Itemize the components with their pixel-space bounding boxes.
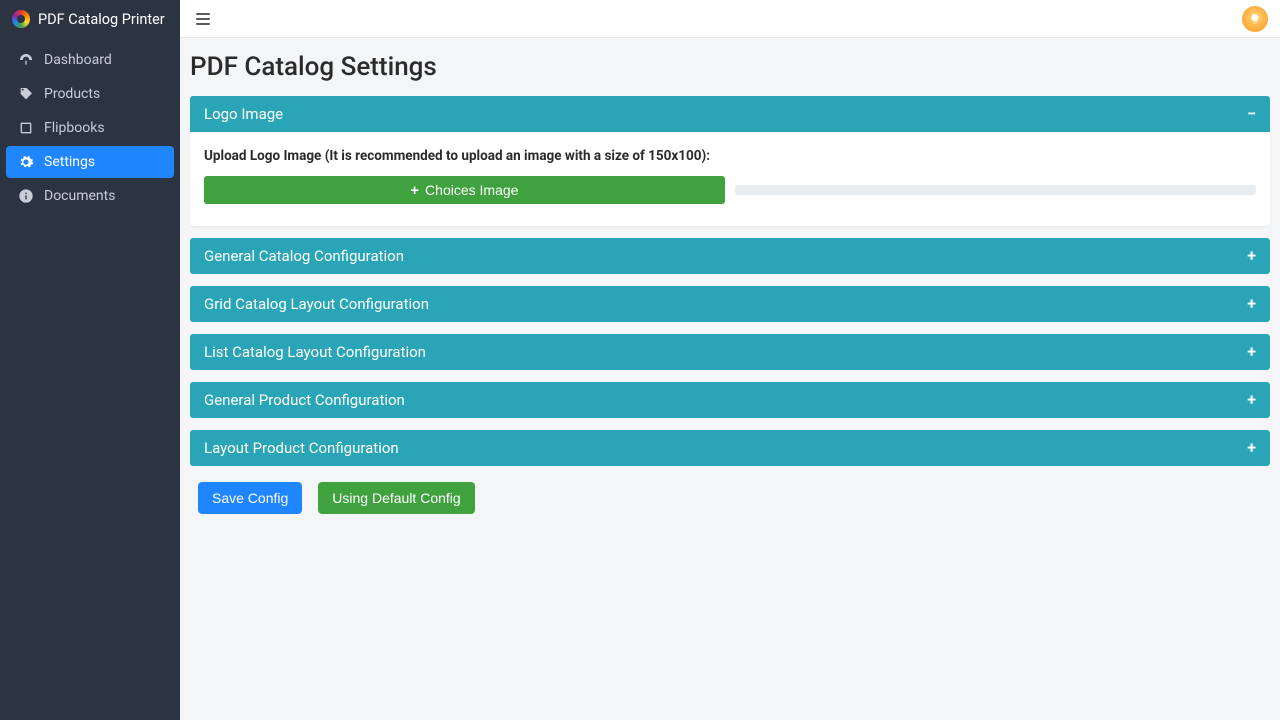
app-logo-icon xyxy=(12,10,30,28)
dashboard-icon xyxy=(18,52,34,68)
panel-list-catalog: List Catalog Layout Configuration + xyxy=(190,334,1270,370)
book-icon xyxy=(18,120,34,136)
sidebar-item-label: Flipbooks xyxy=(44,120,105,136)
gear-icon xyxy=(18,154,34,170)
panel-general-product: General Product Configuration + xyxy=(190,382,1270,418)
panel-title: Grid Catalog Layout Configuration xyxy=(204,295,429,313)
panel-layout-product: Layout Product Configuration + xyxy=(190,430,1270,466)
sidebar-header: PDF Catalog Printer xyxy=(0,0,180,38)
sidebar-item-flipbooks[interactable]: Flipbooks xyxy=(6,112,174,144)
minus-icon: − xyxy=(1247,106,1256,122)
sidebar-item-label: Products xyxy=(44,86,100,102)
default-config-button[interactable]: Using Default Config xyxy=(318,482,474,514)
panel-body: Upload Logo Image (It is recommended to … xyxy=(190,132,1270,226)
avatar[interactable] xyxy=(1242,6,1268,32)
panel-logo-image: Logo Image − Upload Logo Image (It is re… xyxy=(190,96,1270,226)
choices-image-button[interactable]: + Choices Image xyxy=(204,176,725,204)
content: PDF Catalog Settings Logo Image − Upload… xyxy=(180,38,1280,532)
upload-label: Upload Logo Image (It is recommended to … xyxy=(204,148,1256,164)
choices-image-label: Choices Image xyxy=(425,182,518,198)
panel-title: List Catalog Layout Configuration xyxy=(204,343,426,361)
save-config-button[interactable]: Save Config xyxy=(198,482,302,514)
hamburger-icon[interactable] xyxy=(196,9,216,29)
sidebar-item-settings[interactable]: Settings xyxy=(6,146,174,178)
panel-header[interactable]: Logo Image − xyxy=(190,96,1270,132)
panel-title: General Catalog Configuration xyxy=(204,247,404,265)
sidebar-item-label: Settings xyxy=(44,154,95,170)
sidebar-item-label: Documents xyxy=(44,188,115,204)
page-title: PDF Catalog Settings xyxy=(190,52,1270,82)
panel-grid-catalog: Grid Catalog Layout Configuration + xyxy=(190,286,1270,322)
panel-header[interactable]: Layout Product Configuration + xyxy=(190,430,1270,466)
plus-icon: + xyxy=(1247,248,1256,264)
plus-icon: + xyxy=(410,183,419,198)
panel-header[interactable]: General Catalog Configuration + xyxy=(190,238,1270,274)
info-icon xyxy=(18,188,34,204)
app-title: PDF Catalog Printer xyxy=(38,11,165,28)
upload-row: + Choices Image xyxy=(204,176,1256,204)
panel-general-catalog: General Catalog Configuration + xyxy=(190,238,1270,274)
sidebar-item-documents[interactable]: Documents xyxy=(6,180,174,212)
button-row: Save Config Using Default Config xyxy=(190,478,1270,518)
sidebar: PDF Catalog Printer Dashboard Products F… xyxy=(0,0,180,720)
panel-header[interactable]: List Catalog Layout Configuration + xyxy=(190,334,1270,370)
panel-header[interactable]: General Product Configuration + xyxy=(190,382,1270,418)
topbar xyxy=(180,0,1280,38)
panel-title: Logo Image xyxy=(204,105,283,123)
tag-icon xyxy=(18,86,34,102)
sidebar-item-products[interactable]: Products xyxy=(6,78,174,110)
panel-title: General Product Configuration xyxy=(204,391,405,409)
sidebar-item-dashboard[interactable]: Dashboard xyxy=(6,44,174,76)
upload-preview xyxy=(735,185,1256,195)
plus-icon: + xyxy=(1247,344,1256,360)
bulb-icon xyxy=(1249,13,1261,25)
panel-title: Layout Product Configuration xyxy=(204,439,399,457)
sidebar-item-label: Dashboard xyxy=(44,52,112,68)
sidebar-nav: Dashboard Products Flipbooks Settings Do… xyxy=(0,38,180,220)
panel-header[interactable]: Grid Catalog Layout Configuration + xyxy=(190,286,1270,322)
main-area: PDF Catalog Settings Logo Image − Upload… xyxy=(180,0,1280,720)
plus-icon: + xyxy=(1247,296,1256,312)
plus-icon: + xyxy=(1247,392,1256,408)
plus-icon: + xyxy=(1247,440,1256,456)
